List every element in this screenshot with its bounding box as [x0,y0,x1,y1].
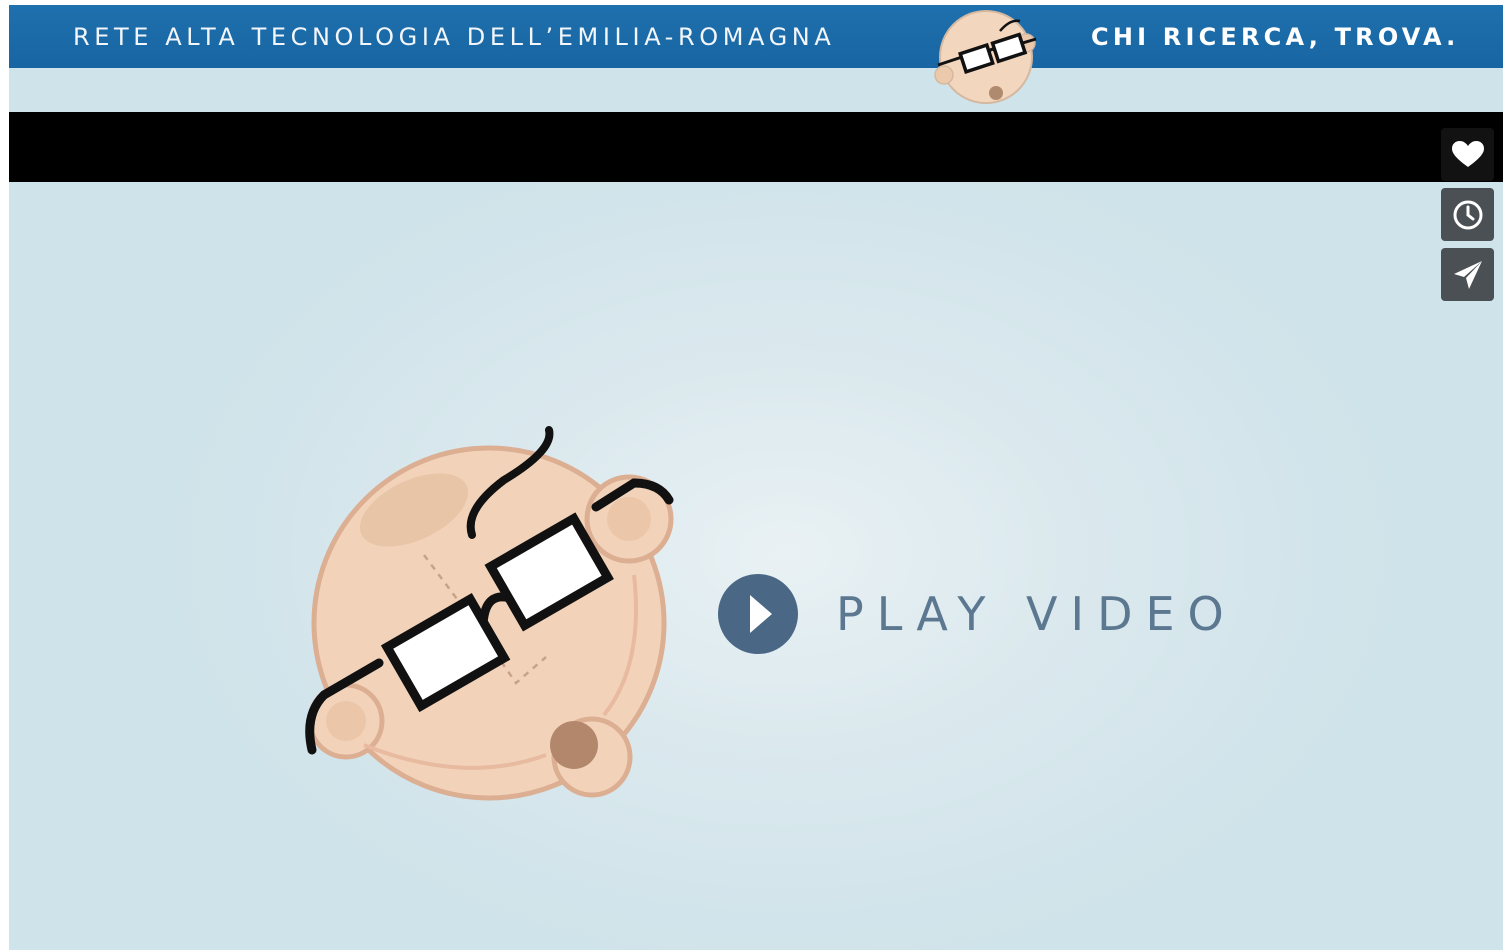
side-actions [1441,128,1494,308]
researcher-face-illustration-icon [284,415,684,815]
heart-icon [1451,140,1484,167]
play-video-label: PLAY VIDEO [836,587,1237,641]
banner-left-text: RETE ALTA TECNOLOGIA DELL’EMILIA-ROMAGNA [73,23,836,51]
researcher-face-logo-icon [924,5,1049,113]
banner-tagline: CHI RICERCA, TROVA. [1091,23,1460,51]
clock-icon [1453,200,1482,229]
title-banner: RETE ALTA TECNOLOGIA DELL’EMILIA-ROMAGNA… [9,5,1503,68]
like-button[interactable] [1441,128,1494,181]
play-icon [718,574,798,654]
video-top-bar [9,112,1503,182]
video-player[interactable]: RETE ALTA TECNOLOGIA DELL’EMILIA-ROMAGNA… [9,5,1503,950]
paper-plane-icon [1453,260,1482,289]
watch-later-button[interactable] [1441,188,1494,241]
play-video-button[interactable]: PLAY VIDEO [717,573,1237,655]
share-button[interactable] [1441,248,1494,301]
